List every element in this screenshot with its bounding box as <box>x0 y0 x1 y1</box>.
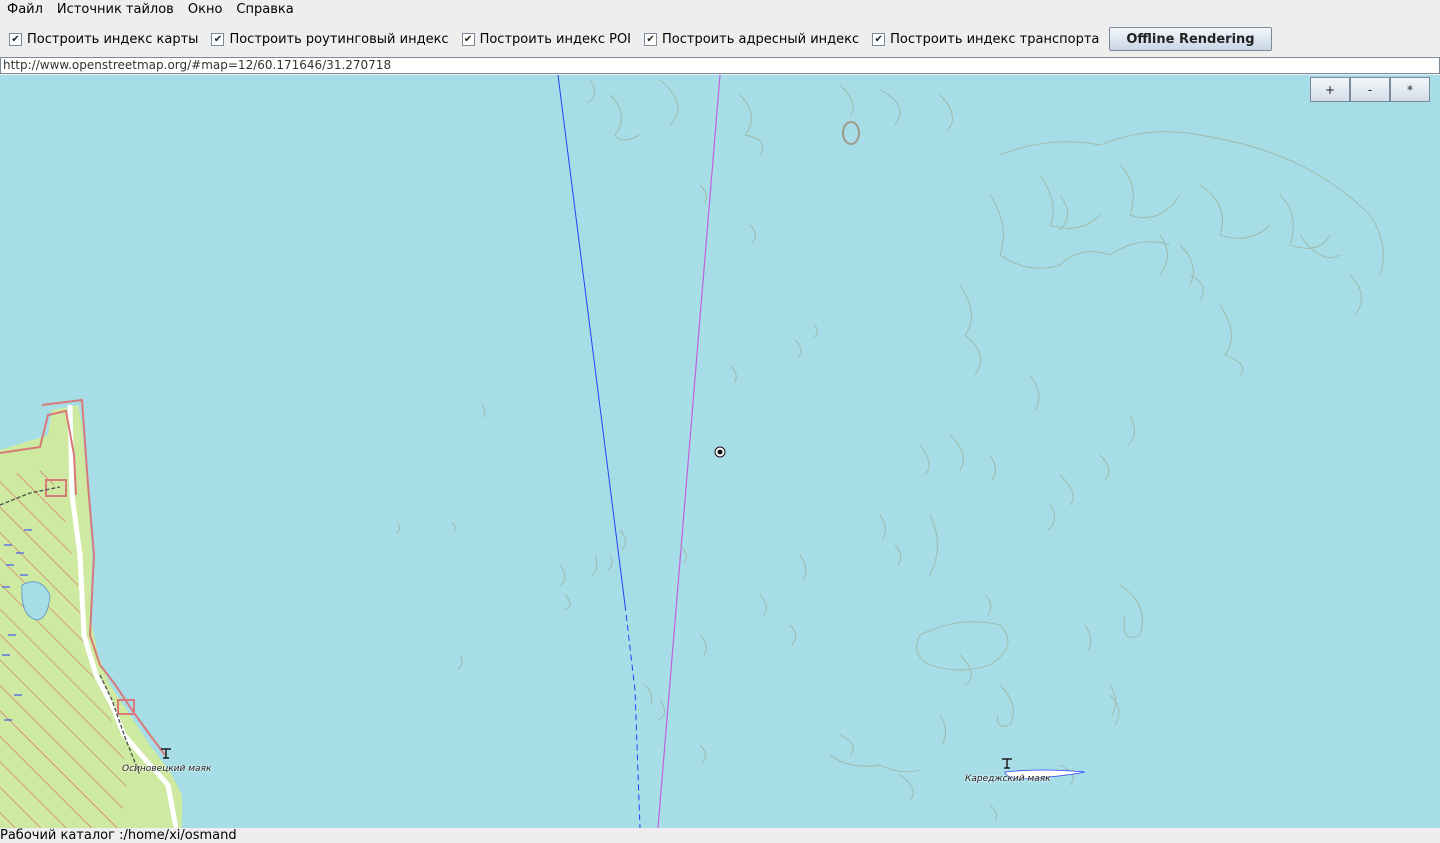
route-line-blue <box>557 75 626 606</box>
offline-rendering-button[interactable]: Offline Rendering <box>1109 27 1272 51</box>
checkbox-address-index[interactable]: ✔ Построить адресный индекс <box>644 32 859 47</box>
zoom-in-button[interactable]: + <box>1310 77 1350 102</box>
checkbox-poi-index-box[interactable]: ✔ <box>461 32 475 46</box>
checkbox-transport-index-box[interactable]: ✔ <box>872 32 886 46</box>
checkbox-routing-index[interactable]: ✔ Построить роутинговый индекс <box>211 31 449 47</box>
menu-tile-source[interactable]: Источник тайлов <box>50 0 181 20</box>
map-view[interactable]: Осиновецкий маяк Кареджский маяк + - * <box>0 75 1440 828</box>
checkbox-map-index[interactable]: ✔ Построить индекс карты <box>9 32 198 47</box>
checkbox-address-index-box[interactable]: ✔ <box>644 32 658 46</box>
zoom-reset-button[interactable]: * <box>1390 77 1430 102</box>
map-canvas[interactable] <box>0 75 1440 828</box>
label-osinovets-lighthouse: Осиновецкий маяк <box>122 764 212 774</box>
checkbox-routing-index-label: Построить роутинговый индекс <box>229 31 449 47</box>
forest-hatch-area <box>0 470 128 828</box>
lighthouse-icon <box>1002 758 1012 769</box>
menu-bar: Файл Источник тайлов Окно Справка <box>0 0 1440 20</box>
checkbox-poi-index-label: Построить индекс POI <box>479 31 632 47</box>
status-bar: Рабочий каталог :/home/xi/osmand <box>0 828 1440 843</box>
checkbox-map-index-box[interactable]: ✔ <box>9 32 22 46</box>
checkbox-transport-index[interactable]: ✔ Построить индекс транспорта <box>872 32 1099 47</box>
url-field[interactable]: http://www.openstreetmap.org/#map=12/60.… <box>0 57 1440 74</box>
checkbox-transport-index-label: Построить индекс транспорта <box>890 31 1100 47</box>
menu-file[interactable]: Файл <box>0 0 50 20</box>
zoom-out-button[interactable]: - <box>1350 77 1390 102</box>
boundary-line-magenta <box>657 75 721 828</box>
menu-window[interactable]: Окно <box>181 0 230 20</box>
checkbox-map-index-label: Построить индекс карты <box>27 31 199 47</box>
map-center-marker-icon <box>714 446 726 458</box>
toolbar: ✔ Построить индекс карты ✔ Построить роу… <box>0 22 1440 56</box>
checkbox-address-index-label: Построить адресный индекс <box>662 31 860 47</box>
label-karedzh-lighthouse: Кареджский маяк <box>965 774 1051 784</box>
contour-lines <box>395 79 1384 821</box>
checkbox-poi-index[interactable]: ✔ Построить индекс POI <box>461 31 632 47</box>
checkbox-routing-index-box[interactable]: ✔ <box>211 32 225 46</box>
route-line-blue-dashed <box>624 604 641 828</box>
menu-help[interactable]: Справка <box>229 0 300 20</box>
zoom-controls: + - * <box>1310 77 1430 102</box>
